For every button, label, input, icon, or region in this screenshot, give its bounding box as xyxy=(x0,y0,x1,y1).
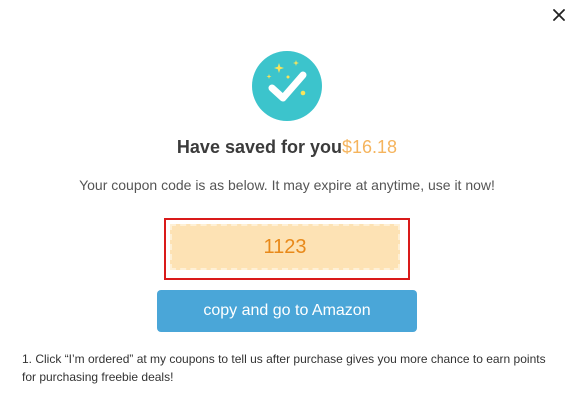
close-button[interactable] xyxy=(549,5,569,25)
coupon-code-highlight: 1123 xyxy=(164,218,410,280)
coupon-code[interactable]: 1123 xyxy=(170,224,400,270)
coupon-dialog: Have saved for you$16.18 Your coupon cod… xyxy=(0,0,574,416)
close-icon xyxy=(553,9,565,21)
checkmark-sparkle-icon xyxy=(252,51,322,121)
saved-amount: $16.18 xyxy=(342,137,398,157)
copy-and-go-button[interactable]: copy and go to Amazon xyxy=(157,290,417,332)
saved-title: Have saved for you$16.18 xyxy=(0,135,574,159)
footnote: 1. Click “I’m ordered” at my coupons to … xyxy=(22,352,546,384)
coupon-instructions: Your coupon code is as below. It may exp… xyxy=(79,177,495,193)
saved-title-text: Have saved for you xyxy=(176,137,342,157)
